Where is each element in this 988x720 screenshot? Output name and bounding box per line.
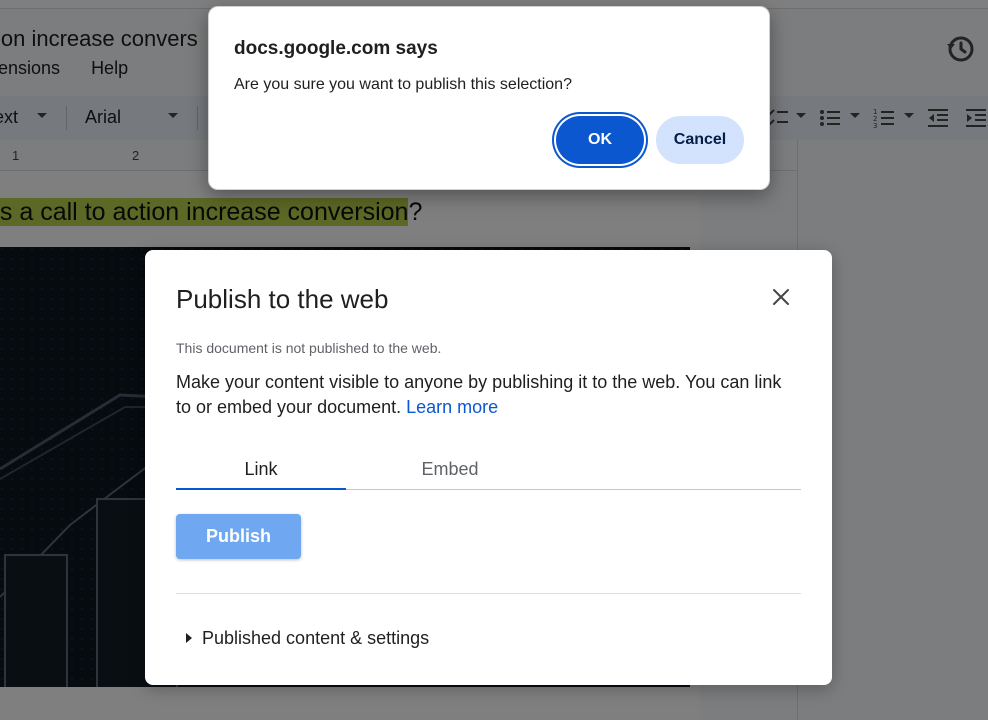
dialog-description: Make your content visible to anyone by p… [176, 370, 801, 420]
published-content-settings-expander[interactable]: Published content & settings [176, 628, 429, 652]
docs-app: ion increase convers ensions Help ext Ar… [0, 0, 988, 720]
publish-status-text: This document is not published to the we… [176, 340, 442, 356]
alert-message: Are you sure you want to publish this se… [234, 76, 572, 93]
publish-button[interactable]: Publish [176, 514, 301, 559]
caret-right-icon [186, 633, 192, 643]
learn-more-link[interactable]: Learn more [406, 397, 498, 417]
cancel-button[interactable]: Cancel [656, 116, 744, 164]
browser-confirm-dialog: docs.google.com says Are you sure you wa… [208, 6, 770, 190]
alert-title: docs.google.com says [234, 38, 438, 59]
expander-label: Published content & settings [202, 628, 430, 648]
tab-embed[interactable]: Embed [365, 455, 535, 488]
tab-link[interactable]: Link [176, 455, 346, 490]
ok-button[interactable]: OK [556, 116, 644, 164]
dialog-title: Publish to the web [176, 284, 389, 314]
publish-to-web-dialog: Publish to the web This document is not … [145, 250, 832, 685]
close-icon[interactable] [770, 286, 792, 308]
divider [176, 593, 801, 594]
tab-bar: Link Embed [176, 455, 801, 490]
